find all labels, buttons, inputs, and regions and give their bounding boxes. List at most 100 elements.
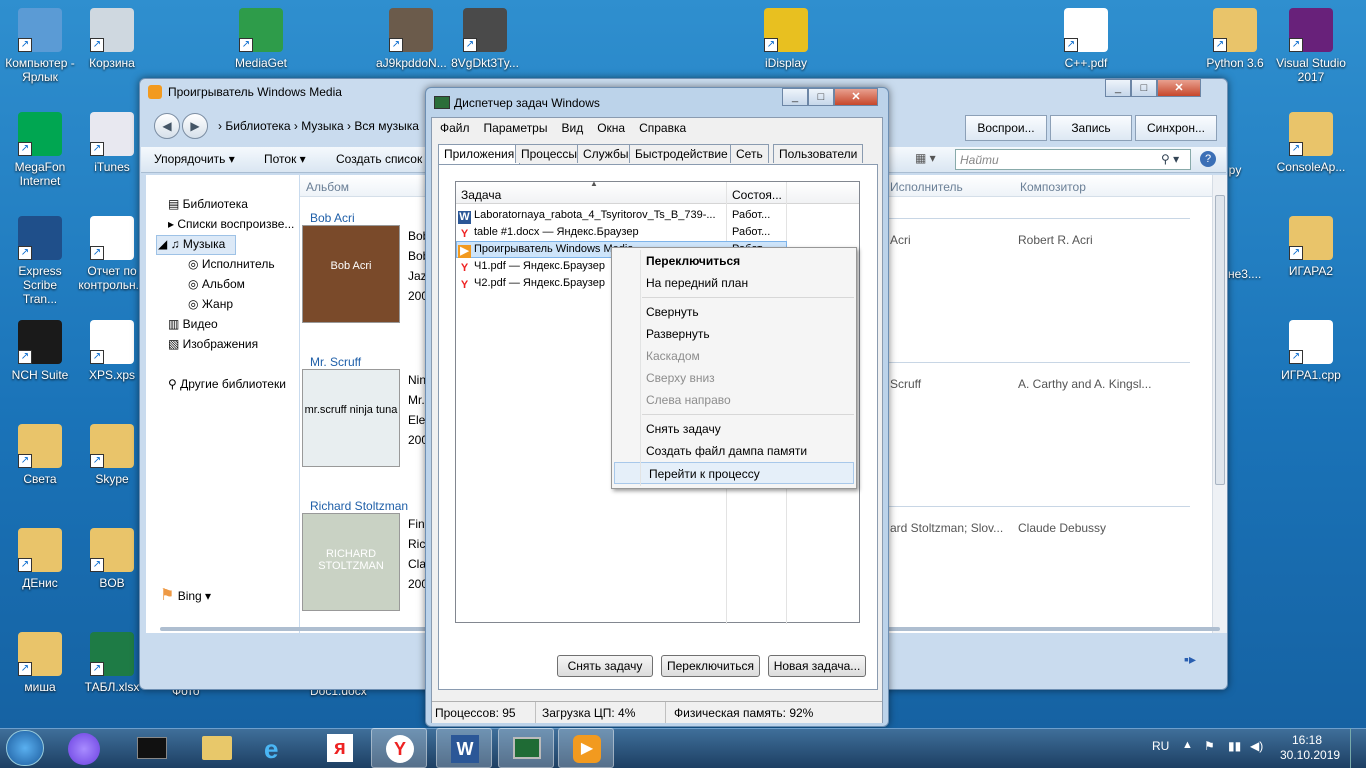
desktop-icon[interactable]: ↗ ИГАРА2 [1276, 216, 1346, 278]
show-desktop-button[interactable] [1350, 728, 1366, 768]
taskbar-yandex[interactable]: я [313, 728, 369, 768]
nav-library[interactable]: ▤ Библиотека [168, 197, 248, 211]
menu-options[interactable]: Параметры [484, 121, 548, 135]
artist-group-header[interactable]: Bob Acri [310, 211, 355, 225]
new-task-button[interactable]: Новая задача... [768, 655, 866, 677]
album-art[interactable]: mr.scruff ninja tuna [302, 369, 400, 467]
task-row[interactable]: Ytable #1.docx — Яндекс.Браузер Работ... [458, 224, 858, 241]
search-icon[interactable]: ⚲ ▾ [1161, 152, 1179, 166]
nav-album[interactable]: ◎ Альбом [188, 277, 245, 291]
col-album[interactable]: Альбом [306, 180, 349, 194]
tab-network[interactable]: Сеть [730, 144, 769, 163]
taskbar-word[interactable]: W [436, 728, 492, 768]
desktop-icon[interactable]: ↗ XPS.xps [77, 320, 147, 382]
desktop-icon[interactable]: ↗ 8VgDkt3Ty... [450, 8, 520, 70]
start-button[interactable] [6, 730, 44, 766]
desktop-icon[interactable]: ↗ Компьютер - Ярлык [5, 8, 75, 84]
tab-applications[interactable]: Приложения [438, 144, 521, 165]
menu-maximize[interactable]: Развернуть [612, 323, 856, 345]
task-row[interactable]: W Laboratornaya_rabota_4_Tsyritorov_Ts_B_… [458, 207, 858, 224]
organize-menu[interactable]: Упорядочить ▾ [154, 152, 235, 166]
tab-performance[interactable]: Быстродействие [629, 144, 734, 163]
desktop-icon[interactable]: ↗ iDisplay [751, 8, 821, 70]
album-art[interactable]: RICHARD STOLTZMAN [302, 513, 400, 611]
nav-images[interactable]: ▧ Изображения [168, 337, 258, 351]
view-options-icon[interactable]: ▦ ▾ [915, 151, 936, 165]
artist-group-header[interactable]: Richard Stoltzman [310, 499, 408, 513]
stream-menu[interactable]: Поток ▾ [264, 152, 306, 166]
nav-music[interactable]: ◢ ♫ Музыка [158, 237, 225, 251]
scrollbar-thumb[interactable] [1215, 195, 1225, 485]
breadcrumb-item[interactable]: Вся музыка [354, 119, 419, 133]
breadcrumb-item[interactable]: Музыка [301, 119, 343, 133]
menu-file[interactable]: Файл [440, 121, 470, 135]
close-button[interactable]: ✕ [834, 88, 878, 106]
col-performer[interactable]: Исполнитель [890, 180, 963, 194]
taskbar-cmd[interactable] [126, 728, 182, 768]
col-task[interactable]: Задача [461, 188, 501, 202]
show-hidden-icons[interactable]: ▲ [1182, 739, 1193, 751]
col-composer[interactable]: Композитор [1020, 180, 1086, 194]
desktop-icon[interactable]: ↗ Skype [77, 424, 147, 486]
nav-playlists[interactable]: ▸ Списки воспроизве... [168, 217, 294, 231]
nav-other-libraries[interactable]: ⚲ Другие библиотеки [168, 377, 286, 391]
alice-icon[interactable] [68, 733, 100, 765]
help-icon[interactable]: ? [1200, 151, 1216, 167]
network-icon[interactable]: ▮▮ [1228, 739, 1241, 753]
switch-to-button[interactable]: Переключиться [661, 655, 760, 677]
desktop-icon[interactable]: ↗ Express Scribe Tran... [5, 216, 75, 306]
clock[interactable]: 16:18 30.10.2019 [1280, 733, 1340, 763]
nav-video[interactable]: ▥ Видео [168, 317, 218, 331]
desktop-icon[interactable]: ↗ Python 3.6 [1200, 8, 1270, 70]
menu-minimize[interactable]: Свернуть [612, 301, 856, 323]
switch-to-now-playing-icon[interactable]: ▪▸ [1184, 651, 1196, 668]
desktop-icon[interactable]: ↗ NCH Suite [5, 320, 75, 382]
desktop-icon[interactable]: ↗ C++.pdf [1051, 8, 1121, 70]
desktop-icon[interactable]: ↗ MediaGet [226, 8, 296, 70]
search-box[interactable]: Найти ⚲ ▾ [955, 149, 1191, 170]
minimize-button[interactable]: _ [1105, 79, 1131, 97]
tab-users[interactable]: Пользователи [773, 144, 864, 163]
volume-icon[interactable]: ◀) [1250, 739, 1263, 753]
desktop-icon[interactable]: ↗ ДЕнис [5, 528, 75, 590]
desktop-icon[interactable]: ↗ MegaFon Internet [5, 112, 75, 188]
desktop-icon[interactable]: ↗ ConsoleAp... [1276, 112, 1346, 174]
tab-processes[interactable]: Процессы [515, 144, 584, 163]
menu-help[interactable]: Справка [639, 121, 686, 135]
taskbar-task-manager[interactable] [498, 728, 554, 768]
desktop-icon[interactable]: ↗ BOB [77, 528, 147, 590]
maximize-button[interactable]: □ [1131, 79, 1157, 97]
desktop-icon[interactable]: ↗ Visual Studio 2017 [1276, 8, 1346, 84]
desktop-label-partial[interactable]: не3.... [1228, 267, 1261, 281]
taskbar-wmp[interactable]: ▶ [558, 728, 614, 768]
nav-artist[interactable]: ◎ Исполнитель [188, 257, 275, 271]
menu-create-dump[interactable]: Создать файл дампа памяти [612, 440, 856, 462]
breadcrumb[interactable]: › Библиотека › Музыка › Вся музыка [218, 119, 419, 133]
menu-go-to-process[interactable]: Перейти к процессу [614, 462, 854, 484]
menu-view[interactable]: Вид [561, 121, 583, 135]
tab-burn[interactable]: Запись [1050, 115, 1132, 141]
create-playlist-button[interactable]: Создать список [336, 152, 422, 166]
menu-windows[interactable]: Окна [597, 121, 625, 135]
artist-group-header[interactable]: Mr. Scruff [310, 355, 361, 369]
desktop-icon[interactable]: ↗ Света [5, 424, 75, 486]
desktop-icon[interactable]: ↗ iTunes [77, 112, 147, 174]
maximize-button[interactable]: □ [808, 88, 834, 106]
breadcrumb-item[interactable]: Библиотека [225, 119, 290, 133]
album-art[interactable]: Bob Acri [302, 225, 400, 323]
tab-services[interactable]: Службы [577, 144, 635, 163]
desktop-icon[interactable]: ↗ ИГРА1.cpp [1276, 320, 1346, 382]
col-status[interactable]: Состоя... [732, 188, 782, 202]
vertical-scrollbar[interactable] [1212, 175, 1227, 633]
desktop-icon[interactable]: ↗ Отчет по контрольн... [77, 216, 147, 292]
tab-sync[interactable]: Синхрон... [1135, 115, 1217, 141]
desktop-icon[interactable]: ↗ Корзина [77, 8, 147, 70]
taskbar-explorer[interactable] [190, 728, 246, 768]
desktop-icon[interactable]: ↗ ТАБЛ.xlsx [77, 632, 147, 694]
menu-end-task[interactable]: Снять задачу [612, 418, 856, 440]
bing-button[interactable]: ⚑ Bing ▾ [160, 585, 211, 605]
minimize-button[interactable]: _ [782, 88, 808, 106]
flag-icon[interactable]: ⚑ [1204, 739, 1215, 753]
taskbar-ie[interactable]: e [250, 728, 306, 768]
language-indicator[interactable]: RU [1152, 739, 1169, 753]
